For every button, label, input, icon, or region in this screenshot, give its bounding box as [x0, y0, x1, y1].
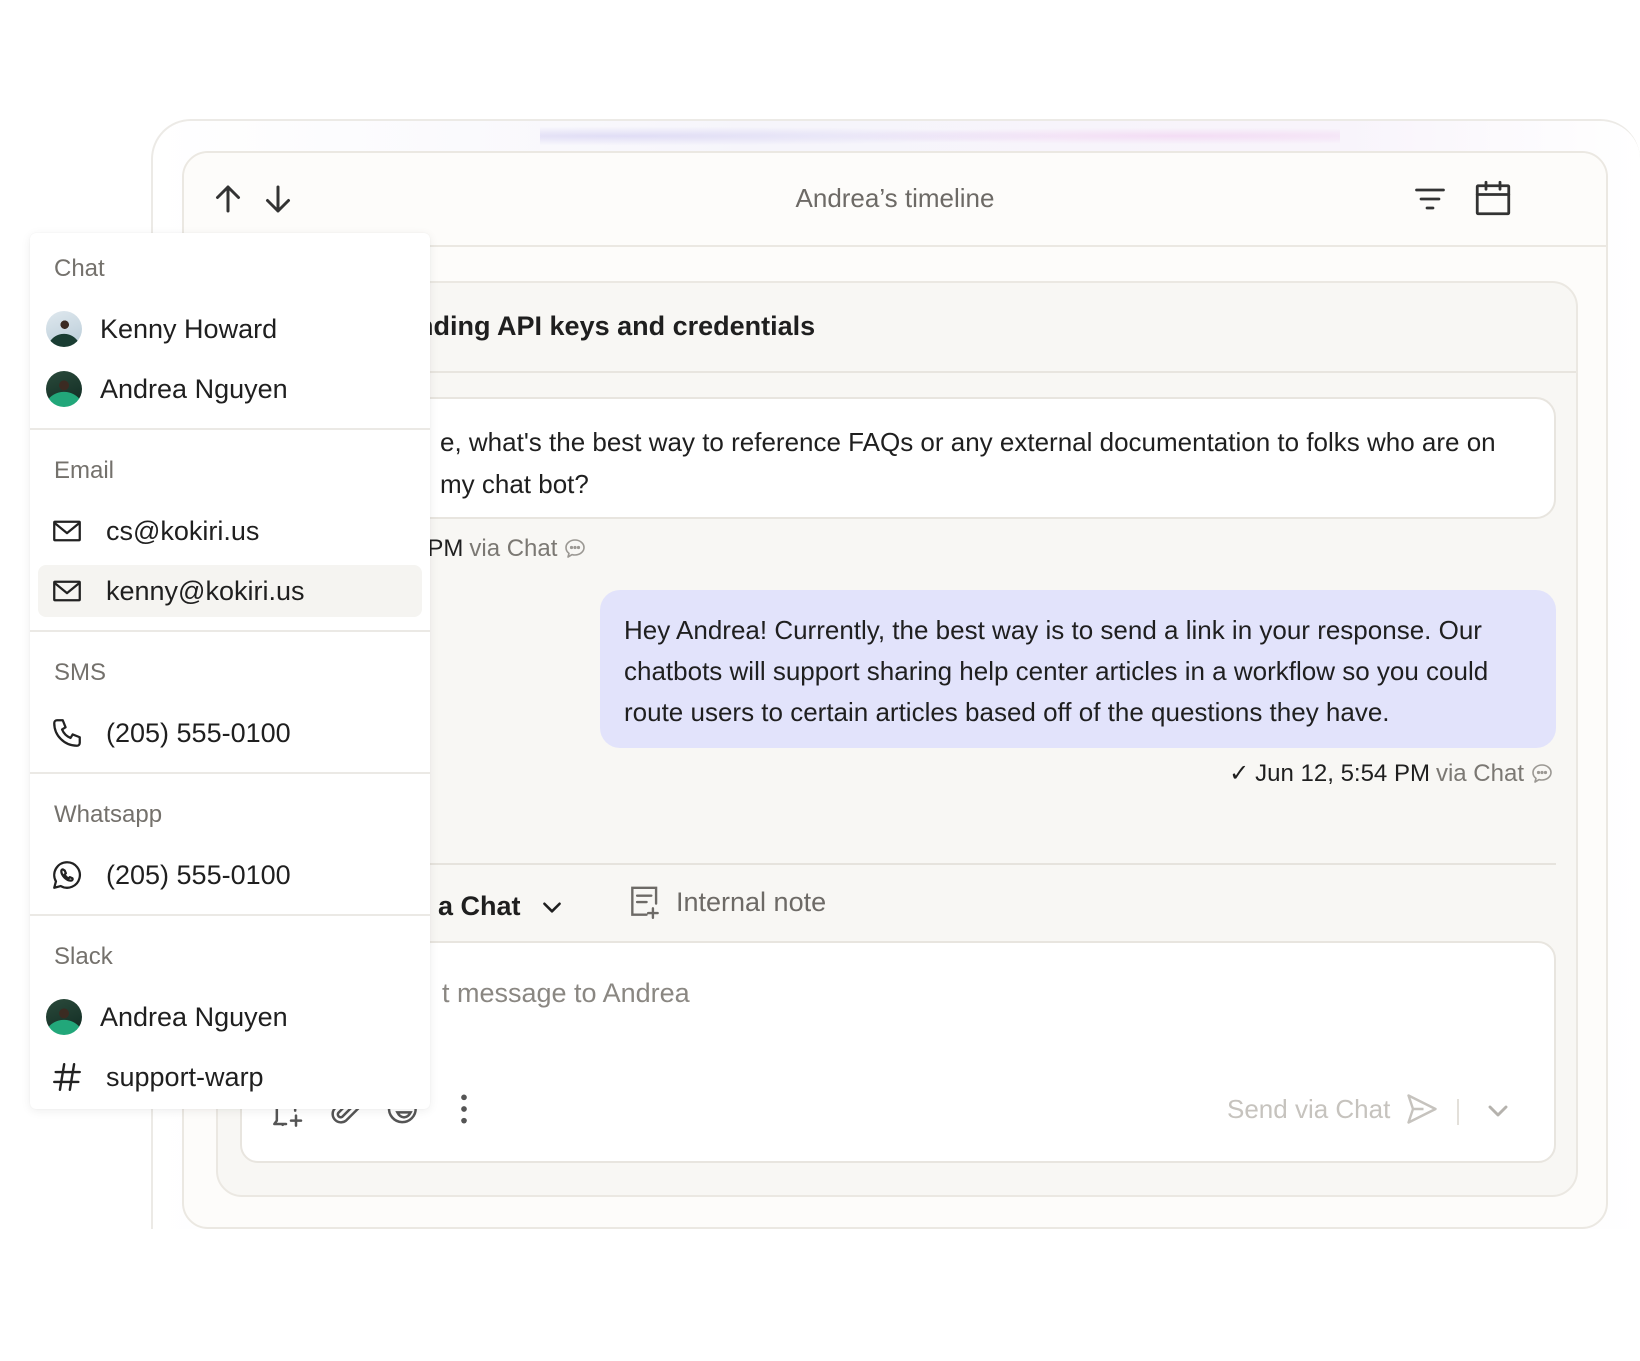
option-label: Andrea Nguyen [100, 373, 288, 404]
option-slack-andrea-nguyen[interactable]: Andrea Nguyen [38, 991, 422, 1043]
option-chat-andrea-nguyen[interactable]: Andrea Nguyen [38, 363, 422, 415]
avatar [46, 999, 82, 1035]
whatsapp-icon [53, 861, 82, 889]
chat-bubble-icon [565, 539, 586, 558]
page-title: Andrea’s timeline [795, 183, 995, 213]
group-divider [30, 630, 430, 632]
option-email-kenny[interactable]: kenny@kokiri.us [38, 565, 422, 617]
internal-note-label: Internal note [676, 886, 827, 917]
hash-icon [53, 1063, 81, 1091]
option-label: kenny@kokiri.us [106, 575, 305, 606]
message-channel: via Chat [469, 535, 558, 562]
phone-icon [53, 719, 81, 747]
option-label: cs@kokiri.us [106, 515, 260, 546]
channel-dropdown: Chat Kenny Howard Andrea Nguyen Email cs… [30, 233, 430, 1109]
option-label: (205) 555-0100 [106, 859, 291, 890]
send-options-chevron-icon[interactable] [1482, 1095, 1514, 1127]
composer-tabs: a Chat Internal note [258, 879, 1556, 931]
group-label-email: Email [54, 457, 115, 484]
option-label: (205) 555-0100 [106, 717, 291, 748]
incoming-message: e, what's the best way to reference FAQs… [258, 397, 1556, 519]
send-button[interactable]: Send via Chat [1227, 1091, 1440, 1127]
internal-note-tab[interactable]: Internal note [626, 883, 826, 921]
avatar [46, 371, 82, 407]
filter-icon[interactable] [1412, 181, 1448, 217]
avatar [46, 311, 82, 347]
chevron-down-icon [542, 901, 561, 913]
group-label-chat: Chat [54, 255, 105, 282]
message-composer: Send via Chat [240, 941, 1556, 1163]
group-label-whatsapp: Whatsapp [54, 801, 163, 828]
option-email-cs[interactable]: cs@kokiri.us [38, 505, 422, 557]
more-options-icon[interactable] [444, 1089, 484, 1129]
decorative-glow [540, 121, 1340, 151]
option-slack-support-warp[interactable]: support-warp [38, 1051, 422, 1103]
option-chat-kenny-howard[interactable]: Kenny Howard [38, 303, 422, 355]
group-divider [30, 914, 430, 916]
send-divider [1457, 1099, 1459, 1125]
composer-divider [258, 863, 1556, 865]
group-label-slack: Slack [54, 943, 113, 970]
send-icon [1407, 1094, 1438, 1124]
outgoing-message-meta: ✓ Jun 12, 5:54 PM via Chat [1229, 759, 1554, 788]
option-sms-phone[interactable]: (205) 555-0100 [38, 707, 422, 759]
group-label-sms: SMS [54, 659, 107, 686]
option-label: support-warp [106, 1061, 264, 1092]
group-divider [30, 772, 430, 774]
group-divider [30, 428, 430, 430]
mail-icon [53, 520, 81, 542]
message-time: Jun 12, 5:54 PM [1255, 759, 1430, 787]
note-add-icon [631, 886, 659, 920]
sent-check-icon: ✓ [1229, 760, 1250, 787]
chat-bubble-icon [1532, 763, 1552, 783]
calendar-icon[interactable] [1472, 177, 1514, 219]
channel-selector-label: a Chat [438, 891, 521, 921]
option-whatsapp-phone[interactable]: (205) 555-0100 [38, 849, 422, 901]
message-input[interactable] [242, 963, 1554, 1023]
mail-icon [53, 580, 81, 602]
option-label: Andrea Nguyen [100, 1001, 288, 1032]
send-button-label: Send via Chat [1227, 1093, 1391, 1124]
option-label: Kenny Howard [100, 313, 278, 344]
message-channel: via Chat [1435, 759, 1524, 787]
outgoing-message: Hey Andrea! Currently, the best way is t… [600, 590, 1556, 748]
